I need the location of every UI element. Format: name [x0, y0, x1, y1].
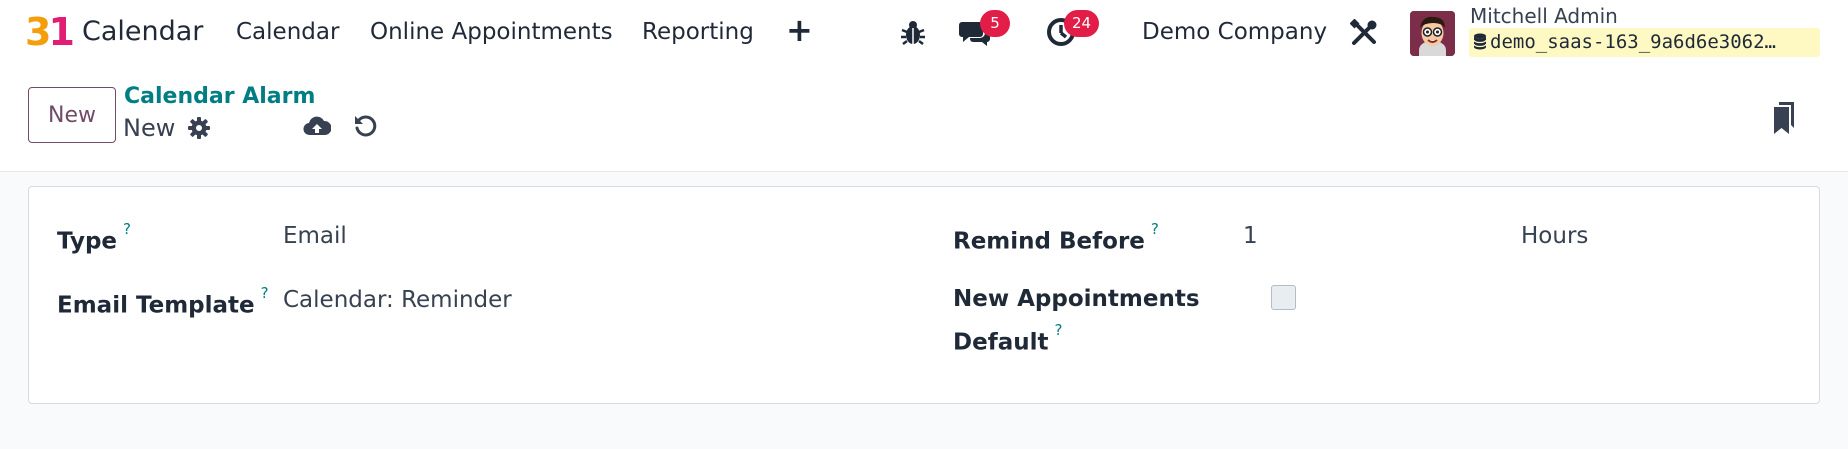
new-appointments-help-icon[interactable]: ? — [1054, 321, 1062, 339]
email-template-label: Email Template? — [57, 284, 269, 319]
top-navbar: 31 Calendar Calendar Online Appointments… — [0, 0, 1848, 66]
messages-badge: 5 — [980, 10, 1010, 37]
menu-item-online-appointments[interactable]: Online Appointments — [370, 19, 613, 45]
database-name: demo_saas-163_9a6d6e3062… — [1469, 28, 1820, 57]
remind-before-label: Remind Before? — [953, 220, 1159, 255]
user-avatar[interactable] — [1410, 11, 1455, 56]
menu-item-reporting[interactable]: Reporting — [642, 19, 754, 45]
record-name: New — [123, 114, 176, 142]
remind-before-field[interactable]: 1 — [1243, 218, 1258, 254]
undo-icon[interactable] — [353, 114, 377, 142]
bug-icon[interactable] — [900, 18, 926, 50]
tools-icon[interactable] — [1349, 18, 1378, 51]
app-name[interactable]: Calendar — [82, 16, 203, 47]
activities-badge: 24 — [1064, 10, 1100, 37]
menu-item-calendar[interactable]: Calendar — [236, 19, 339, 45]
new-appointments-label-line1: New Appointments — [953, 286, 1200, 312]
type-label: Type? — [57, 220, 131, 255]
bookmarks-icon[interactable] — [1772, 102, 1796, 138]
control-panel: New Calendar Alarm New — [0, 66, 1848, 172]
calendar-app-logo[interactable]: 31 — [25, 12, 75, 52]
remind-before-help-icon[interactable]: ? — [1151, 220, 1159, 238]
breadcrumb-calendar-alarm[interactable]: Calendar Alarm — [124, 84, 315, 109]
remind-unit-field[interactable]: Hours — [1521, 218, 1588, 254]
cloud-upload-icon[interactable] — [303, 114, 332, 142]
company-switcher[interactable]: Demo Company — [1142, 19, 1327, 45]
new-appointments-default-checkbox[interactable] — [1271, 285, 1296, 310]
type-field[interactable]: Email — [283, 218, 347, 254]
form-sheet: Type? Email Email Template? Calendar: Re… — [28, 186, 1820, 404]
email-template-help-icon[interactable]: ? — [261, 284, 269, 302]
new-button[interactable]: New — [28, 87, 116, 143]
gear-icon[interactable] — [188, 117, 210, 143]
type-help-icon[interactable]: ? — [123, 220, 131, 238]
user-name[interactable]: Mitchell Admin — [1470, 4, 1618, 28]
email-template-field[interactable]: Calendar: Reminder — [283, 282, 512, 318]
plus-icon[interactable]: + — [786, 14, 813, 46]
database-label: demo_saas-163_9a6d6e3062… — [1490, 31, 1776, 53]
database-icon — [1473, 33, 1487, 50]
new-appointments-label-line2: Default? — [953, 321, 1063, 356]
